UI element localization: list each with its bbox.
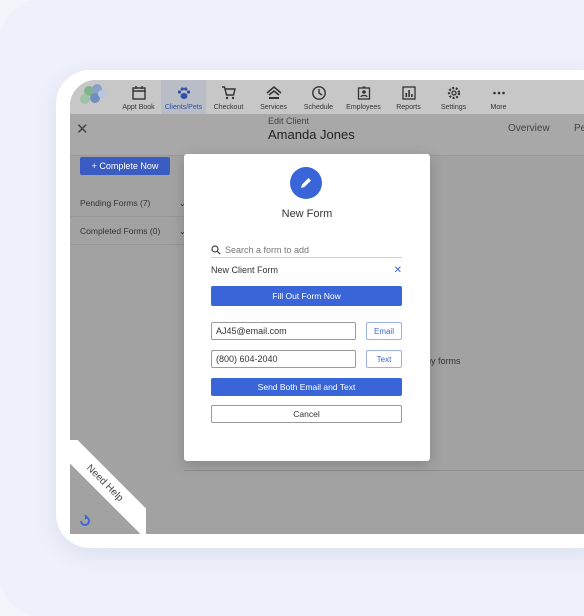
background-forms-text: ny forms bbox=[426, 356, 461, 366]
phone-field[interactable]: (800) 604-2040 bbox=[211, 350, 356, 368]
close-icon[interactable]: ✕ bbox=[76, 120, 89, 138]
tab-partial[interactable]: Pe bbox=[574, 123, 584, 134]
pencil-icon bbox=[290, 167, 322, 199]
services-icon bbox=[266, 86, 281, 99]
nav-label: Clients/Pets bbox=[164, 104, 203, 111]
tab-overview[interactable]: Overview bbox=[508, 123, 550, 134]
search-icon bbox=[211, 244, 221, 255]
client-name: Amanda Jones bbox=[268, 127, 355, 142]
email-button[interactable]: Email bbox=[366, 322, 402, 340]
email-field[interactable]: AJ45@email.com bbox=[211, 322, 356, 340]
divider bbox=[70, 244, 190, 245]
nav-label: Appt Book bbox=[122, 104, 155, 111]
selected-form-row: New Client Form ✕ bbox=[211, 263, 402, 277]
modal-title: New Form bbox=[281, 208, 333, 220]
more-icon bbox=[492, 91, 505, 95]
client-header: ✕ Edit Client Amanda Jones Overview Pe bbox=[70, 114, 584, 156]
top-nav: Appt Book Clients/Pets Checkout Services… bbox=[70, 80, 584, 114]
nav-reports[interactable]: Reports bbox=[386, 80, 431, 114]
search-input[interactable] bbox=[225, 244, 395, 255]
completed-forms-label: Completed Forms (0) bbox=[80, 226, 161, 236]
help-icon bbox=[80, 514, 90, 526]
send-both-button[interactable]: Send Both Email and Text bbox=[211, 378, 402, 396]
need-help-corner[interactable]: Need Help bbox=[56, 440, 146, 548]
nav-schedule[interactable]: Schedule bbox=[296, 80, 341, 114]
app-logo bbox=[70, 80, 116, 114]
paw-icon bbox=[177, 87, 190, 99]
fill-out-form-button[interactable]: Fill Out Form Now bbox=[211, 286, 402, 306]
need-help-ribbon[interactable]: Need Help bbox=[56, 440, 146, 544]
nav-checkout[interactable]: Checkout bbox=[206, 80, 251, 114]
cart-icon bbox=[221, 86, 236, 100]
form-search[interactable] bbox=[211, 242, 402, 258]
nav-label: Checkout bbox=[213, 104, 244, 111]
selected-form-label: New Client Form bbox=[211, 265, 279, 275]
nav-label: More bbox=[490, 104, 507, 111]
edit-client-label: Edit Client bbox=[268, 116, 310, 126]
reports-icon bbox=[401, 86, 416, 100]
nav-appt-book[interactable]: Appt Book bbox=[116, 80, 161, 114]
nav-label: Employees bbox=[346, 104, 381, 111]
completed-forms-toggle[interactable]: Completed Forms (0) ⌄ bbox=[80, 223, 186, 239]
pending-forms-label: Pending Forms (7) bbox=[80, 198, 151, 208]
employees-icon bbox=[357, 86, 370, 100]
text-button[interactable]: Text bbox=[366, 350, 402, 368]
pending-forms-toggle[interactable]: Pending Forms (7) ⌄ bbox=[80, 195, 186, 211]
cancel-button[interactable]: Cancel bbox=[211, 405, 402, 423]
remove-form-icon[interactable]: ✕ bbox=[394, 265, 402, 276]
nav-services[interactable]: Services bbox=[251, 80, 296, 114]
nav-more[interactable]: More bbox=[476, 80, 521, 114]
nav-settings[interactable]: Settings bbox=[431, 80, 476, 114]
nav-clients-pets[interactable]: Clients/Pets bbox=[161, 80, 206, 114]
complete-now-button[interactable]: + Complete Now bbox=[80, 157, 170, 175]
nav-employees[interactable]: Employees bbox=[341, 80, 386, 114]
nav-label: Settings bbox=[440, 104, 467, 111]
divider bbox=[184, 470, 584, 471]
nav-label: Reports bbox=[396, 104, 421, 111]
new-form-modal: New Form New Client Form ✕ Fill Out Form… bbox=[184, 154, 430, 461]
nav-label: Services bbox=[260, 104, 287, 111]
divider bbox=[70, 216, 190, 217]
clock-icon bbox=[311, 86, 326, 100]
nav-label: Schedule bbox=[303, 104, 334, 111]
gear-icon bbox=[447, 86, 460, 100]
calendar-icon bbox=[131, 86, 146, 100]
